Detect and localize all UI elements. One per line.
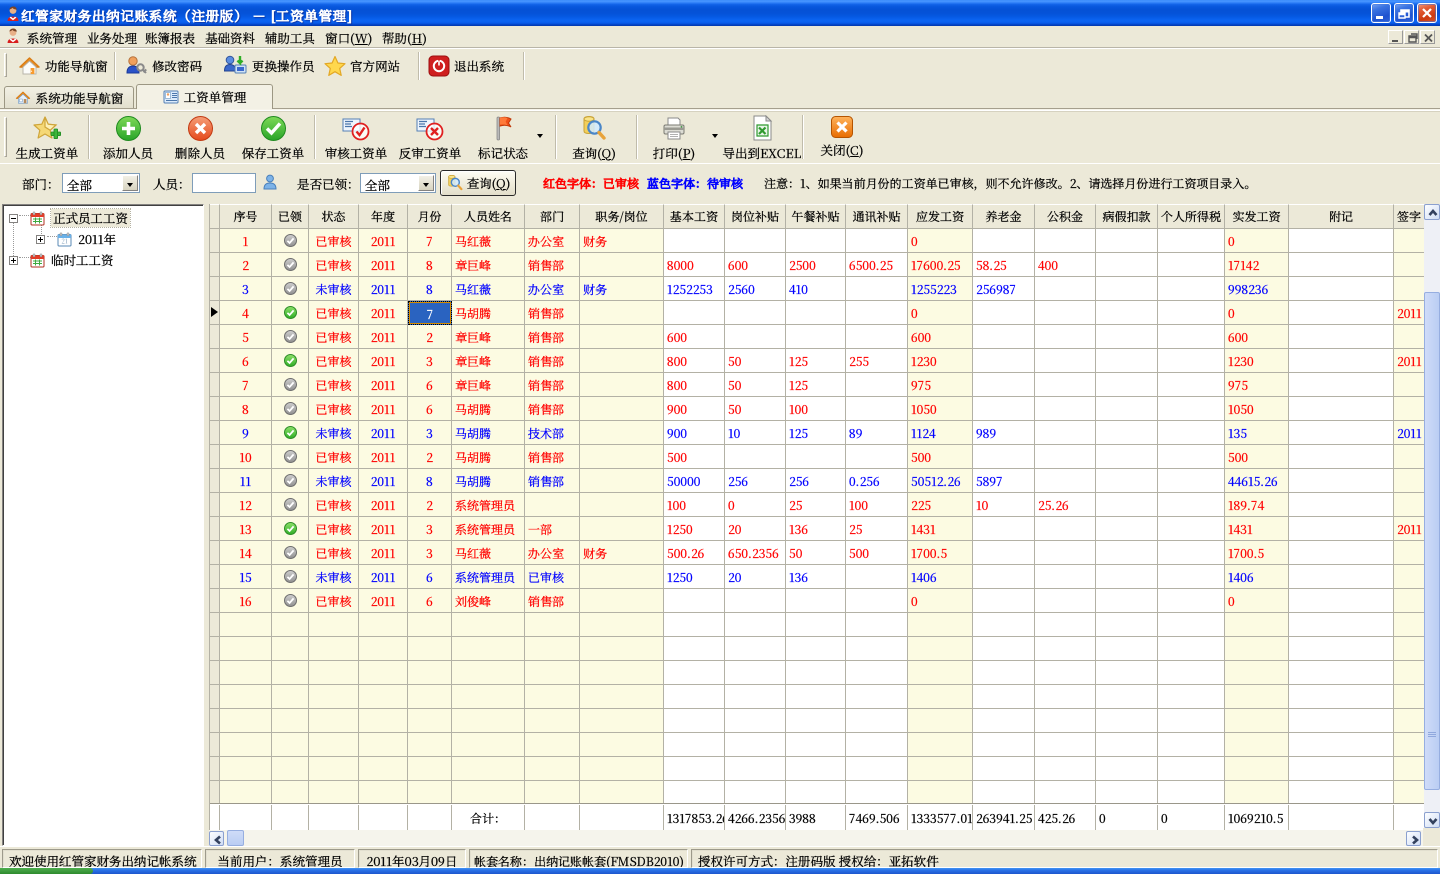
svg-text:21: 21 bbox=[61, 236, 67, 245]
